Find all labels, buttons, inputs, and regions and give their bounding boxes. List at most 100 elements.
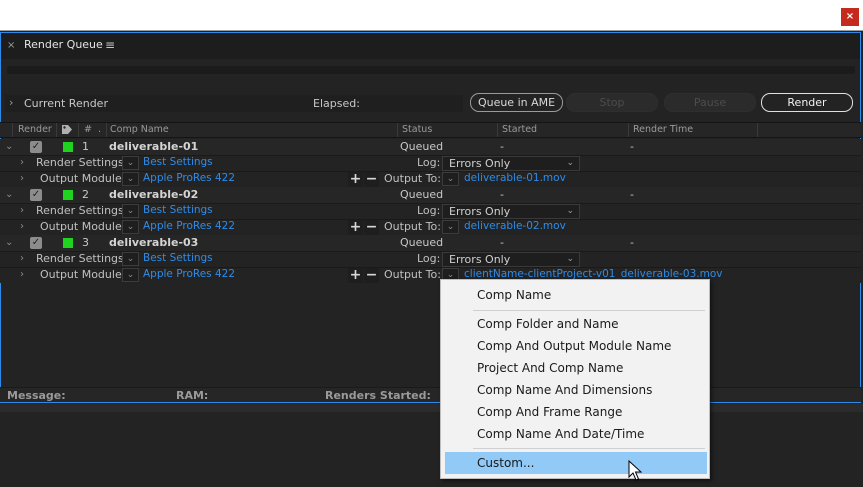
output-to-label: Output To: — [384, 220, 441, 233]
output-module-dropdown[interactable]: ⌄ — [122, 268, 139, 282]
panel-menu-icon[interactable]: ≡ — [105, 38, 115, 52]
add-output-module-button[interactable]: + — [348, 172, 363, 187]
column-separator — [12, 123, 13, 137]
render-settings-label: Render Settings: — [36, 156, 128, 169]
window-close-button[interactable]: × — [841, 8, 859, 26]
label-color-swatch[interactable] — [63, 190, 73, 200]
message-label: Message: — [7, 389, 66, 402]
render-settings-dropdown[interactable]: ⌄ — [122, 156, 139, 170]
render-button[interactable]: Render — [761, 93, 853, 112]
remove-output-module-button[interactable]: − — [364, 172, 379, 187]
render-settings-dropdown[interactable]: ⌄ — [122, 204, 139, 218]
render-settings-chevron-icon[interactable]: › — [20, 205, 24, 216]
render-settings-chevron-icon[interactable]: › — [20, 157, 24, 168]
output-module-chevron-icon[interactable]: › — [20, 221, 24, 232]
menu-item-comp-folder-and-name[interactable]: Comp Folder and Name — [445, 313, 707, 335]
output-to-template-menu: Comp Name Comp Folder and Name Comp And … — [440, 279, 710, 479]
chevron-down-icon: ⌄ — [566, 254, 574, 264]
menu-item-project-and-comp-name[interactable]: Project And Comp Name — [445, 357, 707, 379]
log-value: Errors Only — [449, 157, 511, 170]
column-status[interactable]: Status — [402, 124, 432, 135]
output-module-link[interactable]: Apple ProRes 422 — [143, 172, 235, 184]
output-to-label: Output To: — [384, 268, 441, 281]
output-module-label: Output Module: — [40, 220, 126, 233]
render-checkbox[interactable]: ✓ — [30, 237, 42, 249]
output-to-link[interactable]: deliverable-01.mov — [464, 172, 566, 184]
panel-close-icon[interactable]: × — [7, 40, 15, 51]
menu-item-comp-and-frame-range[interactable]: Comp And Frame Range — [445, 401, 707, 423]
item-render-time: - — [630, 140, 634, 153]
pause-button[interactable]: Pause — [664, 93, 756, 112]
chevron-down-icon: ⌄ — [566, 206, 574, 216]
column-separator — [497, 123, 498, 137]
stop-button[interactable]: Stop — [566, 93, 658, 112]
output-module-dropdown[interactable]: ⌄ — [122, 220, 139, 234]
add-output-module-button[interactable]: + — [348, 220, 363, 235]
output-module-chevron-icon[interactable]: › — [20, 269, 24, 280]
column-render[interactable]: Render — [18, 124, 52, 135]
column-render-time[interactable]: Render Time — [633, 124, 693, 135]
output-to-dropdown[interactable]: ⌄ — [442, 220, 459, 234]
render-checkbox[interactable]: ✓ — [30, 189, 42, 201]
item-expand-chevron-icon[interactable]: ⌄ — [5, 141, 13, 152]
menu-separator — [473, 448, 705, 449]
item-number: 1 — [82, 140, 89, 153]
log-value: Errors Only — [449, 205, 511, 218]
log-label: Log: — [417, 156, 441, 169]
chevron-down-icon: ⌄ — [566, 158, 574, 168]
lower-panel-area — [0, 404, 863, 487]
render-settings-chevron-icon[interactable]: › — [20, 253, 24, 264]
remove-output-module-button[interactable]: − — [364, 268, 379, 283]
add-output-module-button[interactable]: + — [348, 268, 363, 283]
panel-title[interactable]: Render Queue — [24, 38, 103, 51]
render-settings-link[interactable]: Best Settings — [143, 156, 213, 168]
column-separator — [628, 123, 629, 137]
item-render-time: - — [630, 236, 634, 249]
menu-item-comp-and-output-module-name[interactable]: Comp And Output Module Name — [445, 335, 707, 357]
label-color-swatch[interactable] — [63, 142, 73, 152]
render-settings-link[interactable]: Best Settings — [143, 252, 213, 264]
item-expand-chevron-icon[interactable]: ⌄ — [5, 189, 13, 200]
render-settings-dropdown[interactable]: ⌄ — [122, 252, 139, 266]
menu-item-custom[interactable]: Custom... — [445, 452, 707, 474]
item-started: - — [500, 188, 504, 201]
output-to-label: Output To: — [384, 172, 441, 185]
menu-item-comp-name[interactable]: Comp Name — [445, 284, 707, 306]
item-started: - — [500, 236, 504, 249]
column-started[interactable]: Started — [502, 124, 537, 135]
renders-started-label: Renders Started: — [325, 389, 431, 402]
label-color-swatch[interactable] — [63, 238, 73, 248]
column-comp-name[interactable]: Comp Name — [110, 124, 169, 135]
render-settings-link[interactable]: Best Settings — [143, 204, 213, 216]
label-tag-icon[interactable] — [61, 124, 73, 135]
output-module-link[interactable]: Apple ProRes 422 — [143, 268, 235, 280]
log-dropdown[interactable]: Errors Only ⌄ — [442, 252, 580, 267]
queue-in-ame-button[interactable]: Queue in AME — [470, 93, 563, 112]
elapsed-label: Elapsed: — [313, 97, 360, 110]
sort-indicator-icon: . — [98, 124, 102, 135]
column-separator — [757, 123, 758, 137]
render-settings-label: Render Settings: — [36, 252, 128, 265]
current-render-chevron-icon[interactable]: › — [9, 96, 13, 109]
render-settings-label: Render Settings: — [36, 204, 128, 217]
item-number: 3 — [82, 236, 89, 249]
current-render-label: Current Render — [24, 97, 108, 110]
remove-output-module-button[interactable]: − — [364, 220, 379, 235]
item-render-time: - — [630, 188, 634, 201]
output-module-link[interactable]: Apple ProRes 422 — [143, 220, 235, 232]
output-module-chevron-icon[interactable]: › — [20, 173, 24, 184]
output-to-link[interactable]: deliverable-02.mov — [464, 220, 566, 232]
lower-panel-strip — [0, 404, 863, 412]
menu-item-comp-name-and-dimensions[interactable]: Comp Name And Dimensions — [445, 379, 707, 401]
render-checkbox[interactable]: ✓ — [30, 141, 42, 153]
log-dropdown[interactable]: Errors Only ⌄ — [442, 204, 580, 219]
log-dropdown[interactable]: Errors Only ⌄ — [442, 156, 580, 171]
item-expand-chevron-icon[interactable]: ⌄ — [5, 237, 13, 248]
output-to-dropdown[interactable]: ⌄ — [442, 172, 459, 186]
menu-item-comp-name-and-date-time[interactable]: Comp Name And Date/Time — [445, 423, 707, 445]
column-number[interactable]: # — [84, 124, 92, 135]
item-status: Queued — [400, 188, 444, 201]
menu-separator — [473, 310, 705, 311]
column-separator — [397, 123, 398, 137]
output-module-dropdown[interactable]: ⌄ — [122, 172, 139, 186]
